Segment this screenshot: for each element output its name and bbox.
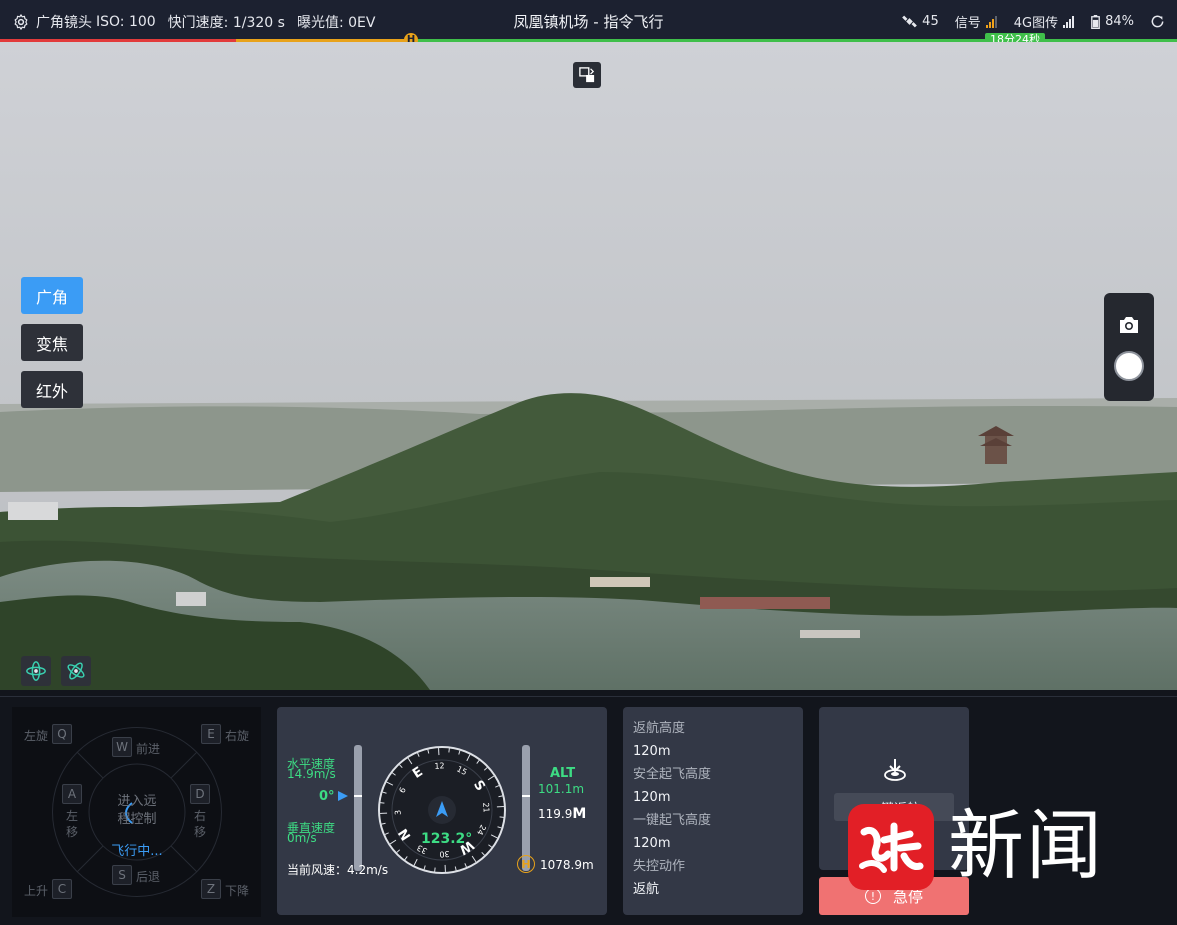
flight-status: 飞行中...: [111, 844, 163, 859]
compass-dial: N36E 12 15S2124W3033: [378, 746, 506, 874]
signal-bars-icon: [985, 15, 998, 28]
speed-gauge-marker: [354, 795, 362, 797]
virtual-joystick[interactable]: 左旋 Q E 右旋 W 前进 A 左移 D 右移 进入远 程控制 飞行中... …: [12, 707, 261, 917]
safe-takeoff-label: 安全起飞高度: [633, 767, 712, 782]
safe-takeoff-value: 120m: [633, 790, 671, 805]
flight-telemetry-panel: 水平速度 14.9m/s 0° 垂直速度 0m/s N 3 6 E 12 15 S 21 24 W…: [277, 707, 607, 915]
image-link-status: 4G图传: [1014, 12, 1075, 31]
forward-label: 前进: [136, 742, 161, 756]
swap-view-icon: [579, 67, 595, 83]
key-z[interactable]: Z: [201, 879, 221, 899]
news-text: 新闻: [948, 801, 1104, 890]
battery-percent: 84%: [1105, 14, 1134, 29]
compass-label-21: 21: [481, 802, 491, 813]
satellite-icon: [902, 15, 918, 28]
battery-status: 84%: [1091, 14, 1134, 29]
pitch-pointer-icon: [338, 791, 348, 801]
record-button[interactable]: [1114, 351, 1144, 381]
top-status-bar: 广角镜头 ISO: 100 快门速度: 1/320 s 曝光值: 0EV 凤凰镇…: [0, 0, 1177, 47]
one-key-takeoff-value: 120m: [633, 836, 671, 851]
rth-altitude-label: 返航高度: [633, 721, 686, 736]
lens-mode-infrared-button[interactable]: 红外: [21, 371, 83, 408]
lens-mode-wide-button[interactable]: 广角: [21, 277, 83, 314]
key-q[interactable]: Q: [52, 724, 72, 744]
orbit-rotate-button[interactable]: [61, 656, 91, 686]
key-s[interactable]: S: [112, 865, 132, 885]
descend-label: 下降: [225, 884, 250, 898]
news-watermark: 新闻: [848, 800, 1138, 895]
altitude-gauge: [522, 745, 530, 871]
satellite-status: 45: [902, 14, 939, 29]
ascend-label: 上升: [24, 884, 49, 898]
v-speed-value: 0m/s: [287, 831, 317, 845]
speed-gauge: [354, 745, 362, 871]
signal-label: 信号: [954, 16, 981, 31]
refresh-control[interactable]: [1150, 14, 1165, 29]
device-status: 45 信号 4G图传 84%: [886, 12, 1165, 31]
image-link-bars-icon: [1063, 15, 1075, 28]
camera-icon[interactable]: [1117, 315, 1141, 335]
lost-link-value: 返航: [633, 882, 660, 897]
lens-mode-zoom-button[interactable]: 变焦: [21, 324, 83, 361]
refresh-icon[interactable]: [1150, 14, 1165, 29]
battery-icon: [1091, 14, 1100, 29]
home-distance: 1078.9m: [540, 858, 594, 872]
one-key-takeoff-label: 一键起飞高度: [633, 813, 712, 828]
alt-value: 101.1m: [538, 782, 585, 796]
backward-label: 后退: [136, 870, 161, 884]
wind-speed: 当前风速：4.2m/s: [287, 863, 389, 877]
return-home-icon: [884, 759, 906, 781]
pitch-value: 0°: [319, 789, 335, 804]
orbit-rotate-icon: [67, 662, 85, 680]
compass-label-12: 12: [434, 761, 445, 771]
compass-label-3: 3: [393, 810, 402, 816]
flight-params-panel: 返航高度 120m 安全起飞高度 120m 一键起飞高度 120m 失控动作 返…: [623, 707, 803, 915]
orbit-mode-button[interactable]: [21, 656, 51, 686]
key-w[interactable]: W: [112, 737, 132, 757]
key-d[interactable]: D: [190, 784, 210, 804]
signal-status: 信号: [955, 12, 998, 31]
remote-control-prompt[interactable]: 进入远 程控制: [97, 793, 177, 829]
alt-label: ALT: [550, 766, 576, 781]
news-logo: [848, 804, 934, 890]
aerial-scene-image: [0, 42, 1177, 690]
heading-value: 123.2°: [421, 831, 473, 847]
h-speed-value: 14.9m/s: [287, 767, 336, 781]
image-link-label: 4G图传: [1013, 16, 1059, 31]
capture-controls: [1104, 293, 1154, 401]
key-a[interactable]: A: [62, 784, 82, 804]
swap-view-button[interactable]: [573, 62, 601, 88]
left-label: 左移: [66, 809, 79, 839]
lost-link-label: 失控动作: [633, 859, 686, 874]
key-c[interactable]: C: [52, 879, 72, 899]
home-icon: H: [517, 855, 535, 873]
rotate-left-label: 左旋: [24, 729, 49, 743]
key-e[interactable]: E: [201, 724, 221, 744]
height-value: 119.9M: [538, 806, 587, 822]
live-video-feed[interactable]: 广角 变焦 红外: [0, 42, 1177, 690]
altitude-gauge-marker: [522, 795, 530, 797]
compass-label-30: 30: [439, 849, 450, 859]
rth-altitude-value: 120m: [633, 744, 671, 759]
news-logo-mark: [859, 822, 924, 873]
rotate-right-label: 右旋: [225, 729, 250, 743]
orbit-icon: [26, 661, 46, 681]
right-label: 右移: [194, 809, 207, 839]
satellite-count: 45: [922, 14, 939, 29]
